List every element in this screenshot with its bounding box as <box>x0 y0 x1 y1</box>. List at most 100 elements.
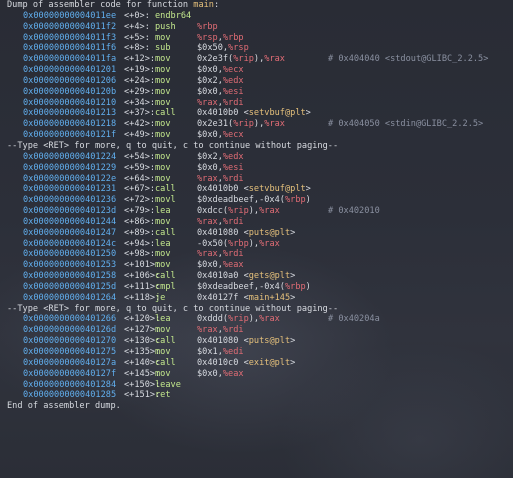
instruction-offset: <+5>: <box>124 32 150 43</box>
instruction-operands: 0x40127f <main+145> <box>197 293 295 304</box>
instruction-row: 0x000000000040120b <+29>: mov $0x0,%esi <box>7 87 513 98</box>
instruction-address: 0x000000000040121f <box>23 130 117 141</box>
instruction-address: 0x0000000000401275 <box>23 347 117 357</box>
instruction-comment: # 0x40204a <box>328 314 380 325</box>
instruction-offset: <+8>: <box>124 43 150 54</box>
instruction-operands: $0x0,%ecx <box>197 130 244 141</box>
instruction-offset: <+4>: <box>124 21 150 32</box>
register-token: %rip <box>233 119 254 130</box>
instruction-offset: <+94>: <box>124 238 156 249</box>
symbol-token: puts@plt <box>248 336 291 347</box>
register-token: %rdi <box>222 173 244 184</box>
instruction-offset: <+67>: <box>124 184 156 195</box>
instruction-row: 0x000000000040126d <+127>: mov %rax,%rdi <box>7 325 513 336</box>
register-token: %rax <box>197 216 218 227</box>
instruction-address: 0x0000000000401206 <box>23 75 117 86</box>
instruction-address: 0x0000000000401285 <box>23 390 117 401</box>
instruction-mnemonic: call <box>155 271 176 282</box>
operand-text: $0x0, <box>197 65 223 76</box>
instruction-operands: %rax,%rdi <box>197 174 244 185</box>
instruction-mnemonic: lea <box>155 314 171 325</box>
symbol-token: setvbuf@plt <box>248 184 306 195</box>
instruction-address: 0x0000000000401247 <box>23 227 117 238</box>
instruction-operands: %rax,%rdi <box>197 98 244 109</box>
instruction-row: 0x0000000000401236 <+72>: movl $0xdeadbeef,… <box>7 195 513 206</box>
operand-text: 0x4010b0 < <box>197 184 249 195</box>
operand-text: $0xdeadbeef,-0x4( <box>197 281 285 292</box>
register-token: %ecx <box>222 65 244 76</box>
register-token: %rax <box>259 206 280 217</box>
instruction-offset: <+86>: <box>124 216 156 227</box>
instruction-offset: <+0>: <box>124 10 150 21</box>
instruction-offset: <+19>: <box>124 65 156 76</box>
instruction-offset: <+64>: <box>124 173 156 184</box>
instruction-row: 0x0000000000401285 <+151>: ret <box>7 390 513 401</box>
dump-header-suffix: : <box>213 0 220 10</box>
instruction-mnemonic: call <box>155 357 176 368</box>
instruction-row: 0x0000000000401231 <+67>: call 0x4010b0 <se… <box>7 184 513 195</box>
register-token: %rbp <box>284 281 306 292</box>
instruction-mnemonic: leave <box>155 379 181 390</box>
instruction-row: 0x0000000000401284 <+150>: leave <box>7 380 513 391</box>
instruction-address: 0x000000000040126d <box>23 325 117 336</box>
symbol-token: gets@plt <box>248 271 291 282</box>
instruction-operands: 0xddd(%rip),%rax <box>197 314 280 325</box>
instruction-row: 0x0000000000401229 <+59>: mov $0x0,%esi <box>7 163 513 174</box>
disassembly-output: Dump of assembler code for function main… <box>7 0 513 412</box>
operand-text: 0x2e31( <box>197 119 234 130</box>
instruction-operands: 0x2e3f(%rip),%rax <box>197 54 285 65</box>
instruction-mnemonic: call <box>155 336 176 347</box>
instruction-row: 0x0000000000401224 <+54>: mov $0x2,%edx <box>7 152 513 163</box>
instruction-address: 0x00000000004011f6 <box>23 43 117 54</box>
operand-text: 0x4010b0 < <box>197 108 249 119</box>
register-token: %rax <box>264 54 285 65</box>
instruction-row: 0x0000000000401250 <+98>: mov %rax,%rdi <box>7 249 513 260</box>
instruction-address: 0x0000000000401258 <box>23 271 117 282</box>
instruction-mnemonic: movl <box>155 195 176 206</box>
register-token: %rax <box>197 173 218 184</box>
instruction-address: 0x0000000000401264 <box>23 292 117 303</box>
operand-text: 0xdcc( <box>197 206 229 217</box>
instruction-operands: $0xdeadbeef,-0x4(%rbp) <box>197 195 311 206</box>
instruction-row: 0x000000000040121f <+49>: mov $0x0,%ecx <box>7 130 513 141</box>
instruction-address: 0x0000000000401250 <box>23 249 117 260</box>
operand-text: 0x4010a0 < <box>197 271 249 282</box>
register-token: %esi <box>222 86 244 97</box>
symbol-token: exit@plt <box>248 357 291 368</box>
instruction-operands: %rbp <box>197 22 218 33</box>
instruction-offset: <+12>: <box>124 54 156 65</box>
instruction-offset: <+24>: <box>124 75 156 86</box>
terminal-window[interactable]: Dump of assembler code for function main… <box>0 0 513 478</box>
operand-text: 0x2e3f( <box>197 54 234 65</box>
instruction-operands: $0x2,%edx <box>197 152 244 163</box>
instruction-address: 0x0000000000401229 <box>23 162 117 173</box>
register-token: %rip <box>228 206 249 217</box>
instruction-mnemonic: je <box>155 292 166 303</box>
operand-text: $0x2, <box>197 75 223 86</box>
instruction-mnemonic: mov <box>155 216 171 227</box>
instruction-offset: <+37>: <box>124 108 156 119</box>
register-token: %rax <box>264 119 285 130</box>
instruction-address: 0x0000000000401253 <box>23 260 117 271</box>
instruction-address: 0x000000000040127f <box>23 368 117 379</box>
instruction-row: 0x0000000000401253 <+101>: mov $0x0,%eax <box>7 260 513 271</box>
operand-text: > <box>305 108 311 119</box>
instruction-address: 0x0000000000401210 <box>23 97 117 108</box>
instruction-offset: <+72>: <box>124 195 156 206</box>
instruction-address: 0x00000000004011f3 <box>23 32 117 43</box>
operand-text: ), <box>248 314 260 325</box>
register-token: %rdi <box>222 325 244 336</box>
register-token: %rbp <box>222 32 244 43</box>
instruction-row: 0x00000000004011f3 <+5>: mov %rsp,%rbp <box>7 33 513 44</box>
instruction-operands: %rax,%rdi <box>197 249 244 260</box>
operand-text: -0x50( <box>197 238 229 249</box>
register-token: %rax <box>197 249 218 260</box>
instruction-mnemonic: mov <box>155 65 171 76</box>
instruction-address: 0x0000000000401244 <box>23 216 117 227</box>
dump-header-prefix: Dump of assembler code for function <box>7 0 194 10</box>
instruction-mnemonic: mov <box>155 162 171 173</box>
instruction-row: 0x0000000000401270 <+130>: call 0x401080 <p… <box>7 336 513 347</box>
operand-text: $0x50, <box>197 43 229 54</box>
instruction-row: 0x00000000004011f2 <+4>: push %rbp <box>7 22 513 33</box>
symbol-token: puts@plt <box>248 227 291 238</box>
